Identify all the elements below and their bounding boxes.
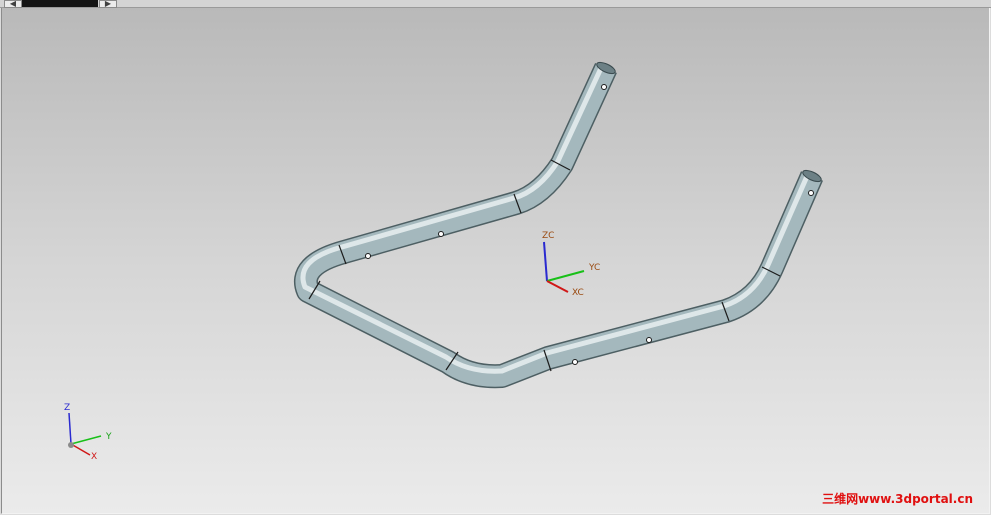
arrow-left-icon: ◀ xyxy=(9,0,17,8)
tube-highlight xyxy=(300,64,811,374)
abs-z-axis xyxy=(68,412,72,445)
tube-body xyxy=(295,63,822,387)
hole-point xyxy=(646,337,652,343)
wcs-z-axis xyxy=(543,241,548,282)
hole-point xyxy=(365,253,371,259)
watermark-text: 三维网www.3dportal.cn xyxy=(822,492,973,506)
nx-application-window: ◀ ▶ ZC YC XC Z Y X 三维网www.3dportal.cn xyxy=(0,0,991,515)
view-scroll-strip: ◀ ▶ xyxy=(0,0,991,8)
wcs-y-label: YC xyxy=(588,263,600,273)
scroll-right-button[interactable]: ▶ xyxy=(99,0,117,8)
graphics-viewport[interactable]: ZC YC XC Z Y X 三维网www.3dportal.cn xyxy=(1,8,990,514)
wcs-x-axis xyxy=(546,280,569,293)
scroll-left-button[interactable]: ◀ xyxy=(4,0,22,8)
hole-point xyxy=(438,231,444,237)
wcs-x-label: XC xyxy=(572,288,584,298)
wcs-y-axis xyxy=(546,270,585,282)
abs-x-label: X xyxy=(91,452,97,462)
hole-point xyxy=(808,190,814,196)
scroll-thumb[interactable] xyxy=(22,0,98,7)
hole-point xyxy=(601,84,607,90)
bent-tube-model[interactable] xyxy=(293,60,824,389)
absolute-csys-triad: Z Y X xyxy=(64,403,112,462)
abs-y-label: Y xyxy=(105,432,112,442)
abs-origin-marker xyxy=(68,442,74,448)
arrow-right-icon: ▶ xyxy=(104,0,112,8)
abs-z-label: Z xyxy=(64,403,70,413)
hole-point xyxy=(572,359,578,365)
wcs-triad: ZC YC XC xyxy=(542,231,600,298)
abs-y-axis xyxy=(70,435,102,445)
scene-canvas[interactable]: ZC YC XC Z Y X xyxy=(2,8,990,514)
wcs-z-label: ZC xyxy=(542,231,554,241)
